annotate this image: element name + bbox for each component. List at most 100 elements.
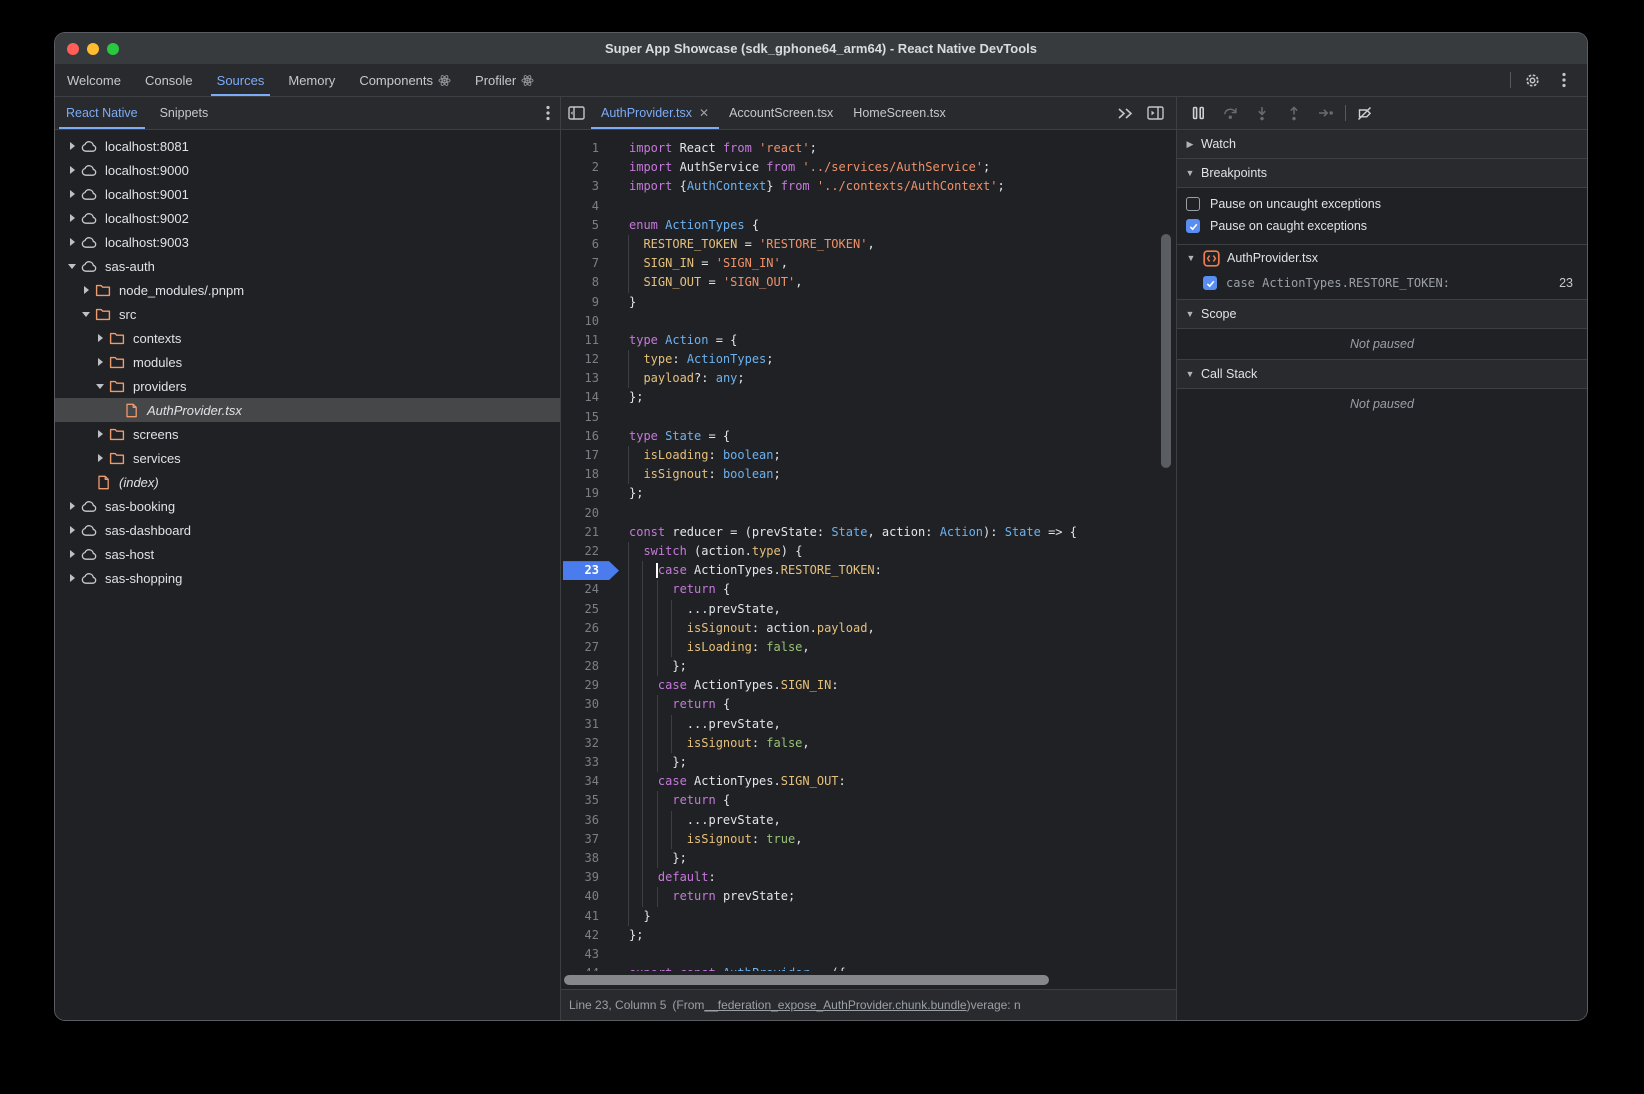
line-number[interactable]: 34 xyxy=(561,772,611,791)
watch-collapse-arrow-icon[interactable]: ▶ xyxy=(1185,139,1195,150)
tree-item-sas-dashboard[interactable]: sas-dashboard xyxy=(55,518,560,542)
tree-item-sas-auth[interactable]: sas-auth xyxy=(55,254,560,278)
expand-arrow-icon[interactable] xyxy=(70,502,75,510)
tree-item--index-[interactable]: (index) xyxy=(55,470,560,494)
line-number[interactable]: 9 xyxy=(561,293,611,312)
line-number[interactable]: 39 xyxy=(561,868,611,887)
tree-item-contexts[interactable]: contexts xyxy=(55,326,560,350)
expand-arrow-icon[interactable] xyxy=(70,214,75,222)
line-number[interactable]: 36 xyxy=(561,811,611,830)
line-number[interactable]: 2 xyxy=(561,158,611,177)
line-number[interactable]: 30 xyxy=(561,695,611,714)
pause-caught-row[interactable]: Pause on caught exceptions xyxy=(1177,215,1587,237)
tree-item-localhost-8081[interactable]: localhost:8081 xyxy=(55,134,560,158)
callstack-collapse-arrow-icon[interactable]: ▼ xyxy=(1185,369,1195,379)
line-number[interactable]: 38 xyxy=(561,849,611,868)
line-number[interactable]: 33 xyxy=(561,753,611,772)
tab-welcome[interactable]: Welcome xyxy=(55,64,133,96)
tree-item-node-modules-.pnpm[interactable]: node_modules/.pnpm xyxy=(55,278,560,302)
line-number[interactable]: 29 xyxy=(561,676,611,695)
scope-section-header[interactable]: ▼ Scope xyxy=(1177,300,1587,329)
pause-uncaught-row[interactable]: Pause on uncaught exceptions xyxy=(1177,193,1587,215)
line-number[interactable]: 11 xyxy=(561,331,611,350)
line-number[interactable]: 21 xyxy=(561,523,611,542)
line-number[interactable]: 5 xyxy=(561,216,611,235)
line-number[interactable]: 17 xyxy=(561,446,611,465)
expand-arrow-icon[interactable] xyxy=(70,238,75,246)
tab-profiler[interactable]: Profiler xyxy=(463,64,546,96)
expand-arrow-icon[interactable] xyxy=(98,334,103,342)
navigator-tab-snippets[interactable]: Snippets xyxy=(149,97,220,129)
line-number[interactable]: 32 xyxy=(561,734,611,753)
line-number[interactable]: 37 xyxy=(561,830,611,849)
expand-arrow-icon[interactable] xyxy=(70,550,75,558)
scope-collapse-arrow-icon[interactable]: ▼ xyxy=(1185,309,1195,319)
line-number[interactable]: 41 xyxy=(561,907,611,926)
line-number[interactable]: 19 xyxy=(561,484,611,503)
line-number[interactable]: 3 xyxy=(561,177,611,196)
show-debugger-panel-icon[interactable] xyxy=(1140,97,1170,129)
line-number[interactable]: 31 xyxy=(561,715,611,734)
line-number[interactable]: 7 xyxy=(561,254,611,273)
settings-gear-icon[interactable] xyxy=(1521,69,1543,91)
step-into-icon[interactable] xyxy=(1249,101,1275,125)
navigator-kebab-menu-icon[interactable] xyxy=(546,97,560,129)
more-tabs-chevron-icon[interactable] xyxy=(1110,97,1140,129)
line-number[interactable]: 14 xyxy=(561,388,611,407)
line-number[interactable]: 44 xyxy=(561,964,611,971)
kebab-menu-icon[interactable] xyxy=(1553,69,1575,91)
line-number[interactable]: 13 xyxy=(561,369,611,388)
expand-arrow-icon[interactable] xyxy=(70,142,75,150)
step-out-icon[interactable] xyxy=(1281,101,1307,125)
tree-item-providers[interactable]: providers xyxy=(55,374,560,398)
deactivate-breakpoints-icon[interactable] xyxy=(1352,101,1378,125)
line-number[interactable]: 8 xyxy=(561,273,611,292)
line-number[interactable]: 35 xyxy=(561,791,611,810)
line-number[interactable]: 26 xyxy=(561,619,611,638)
pause-caught-checkbox[interactable] xyxy=(1186,219,1200,233)
expand-arrow-icon[interactable] xyxy=(98,358,103,366)
line-number[interactable]: 18 xyxy=(561,465,611,484)
breakpoint-file-row[interactable]: ▼ AuthProvider.tsx xyxy=(1177,245,1587,271)
tree-item-sas-shopping[interactable]: sas-shopping xyxy=(55,566,560,590)
editor-horizontal-scrollbar[interactable] xyxy=(564,975,1049,985)
line-number[interactable]: 23 xyxy=(561,561,611,580)
breakpoint-file-arrow-icon[interactable]: ▼ xyxy=(1186,253,1196,263)
line-number[interactable]: 27 xyxy=(561,638,611,657)
tab-components[interactable]: Components xyxy=(347,64,463,96)
editor-vertical-scrollbar[interactable] xyxy=(1161,234,1171,468)
collapse-arrow-icon[interactable] xyxy=(96,384,104,389)
source-bundle-link[interactable]: __federation_expose_AuthProvider.chunk.b… xyxy=(704,998,966,1012)
line-number[interactable]: 1 xyxy=(561,139,611,158)
line-number[interactable]: 22 xyxy=(561,542,611,561)
line-number[interactable]: 24 xyxy=(561,580,611,599)
tree-item-localhost-9000[interactable]: localhost:9000 xyxy=(55,158,560,182)
hide-navigator-icon[interactable] xyxy=(561,97,591,129)
step-icon[interactable] xyxy=(1313,101,1339,125)
expand-arrow-icon[interactable] xyxy=(98,430,103,438)
line-number[interactable]: 40 xyxy=(561,887,611,906)
step-over-icon[interactable] xyxy=(1217,101,1243,125)
navigator-tab-react-native[interactable]: React Native xyxy=(55,97,149,129)
tab-sources[interactable]: Sources xyxy=(205,64,277,96)
editor-tab-homescreen.tsx[interactable]: HomeScreen.tsx xyxy=(843,97,955,129)
close-tab-icon[interactable]: ✕ xyxy=(699,106,709,120)
line-number[interactable]: 6 xyxy=(561,235,611,254)
editor-tab-authprovider.tsx[interactable]: AuthProvider.tsx✕ xyxy=(591,97,719,129)
breakpoints-collapse-arrow-icon[interactable]: ▼ xyxy=(1185,168,1195,178)
expand-arrow-icon[interactable] xyxy=(70,526,75,534)
tab-console[interactable]: Console xyxy=(133,64,205,96)
tree-item-authprovider.tsx[interactable]: AuthProvider.tsx xyxy=(55,398,560,422)
line-number[interactable]: 16 xyxy=(561,427,611,446)
tree-item-sas-host[interactable]: sas-host xyxy=(55,542,560,566)
tree-item-localhost-9003[interactable]: localhost:9003 xyxy=(55,230,560,254)
line-number[interactable]: 10 xyxy=(561,312,611,331)
tree-item-services[interactable]: services xyxy=(55,446,560,470)
active-line-breakpoint-tag[interactable]: 23 xyxy=(563,561,619,580)
line-number[interactable]: 12 xyxy=(561,350,611,369)
tab-memory[interactable]: Memory xyxy=(276,64,347,96)
breakpoint-checkbox[interactable] xyxy=(1203,276,1217,290)
expand-arrow-icon[interactable] xyxy=(70,166,75,174)
tree-item-localhost-9001[interactable]: localhost:9001 xyxy=(55,182,560,206)
editor-tab-accountscreen.tsx[interactable]: AccountScreen.tsx xyxy=(719,97,843,129)
